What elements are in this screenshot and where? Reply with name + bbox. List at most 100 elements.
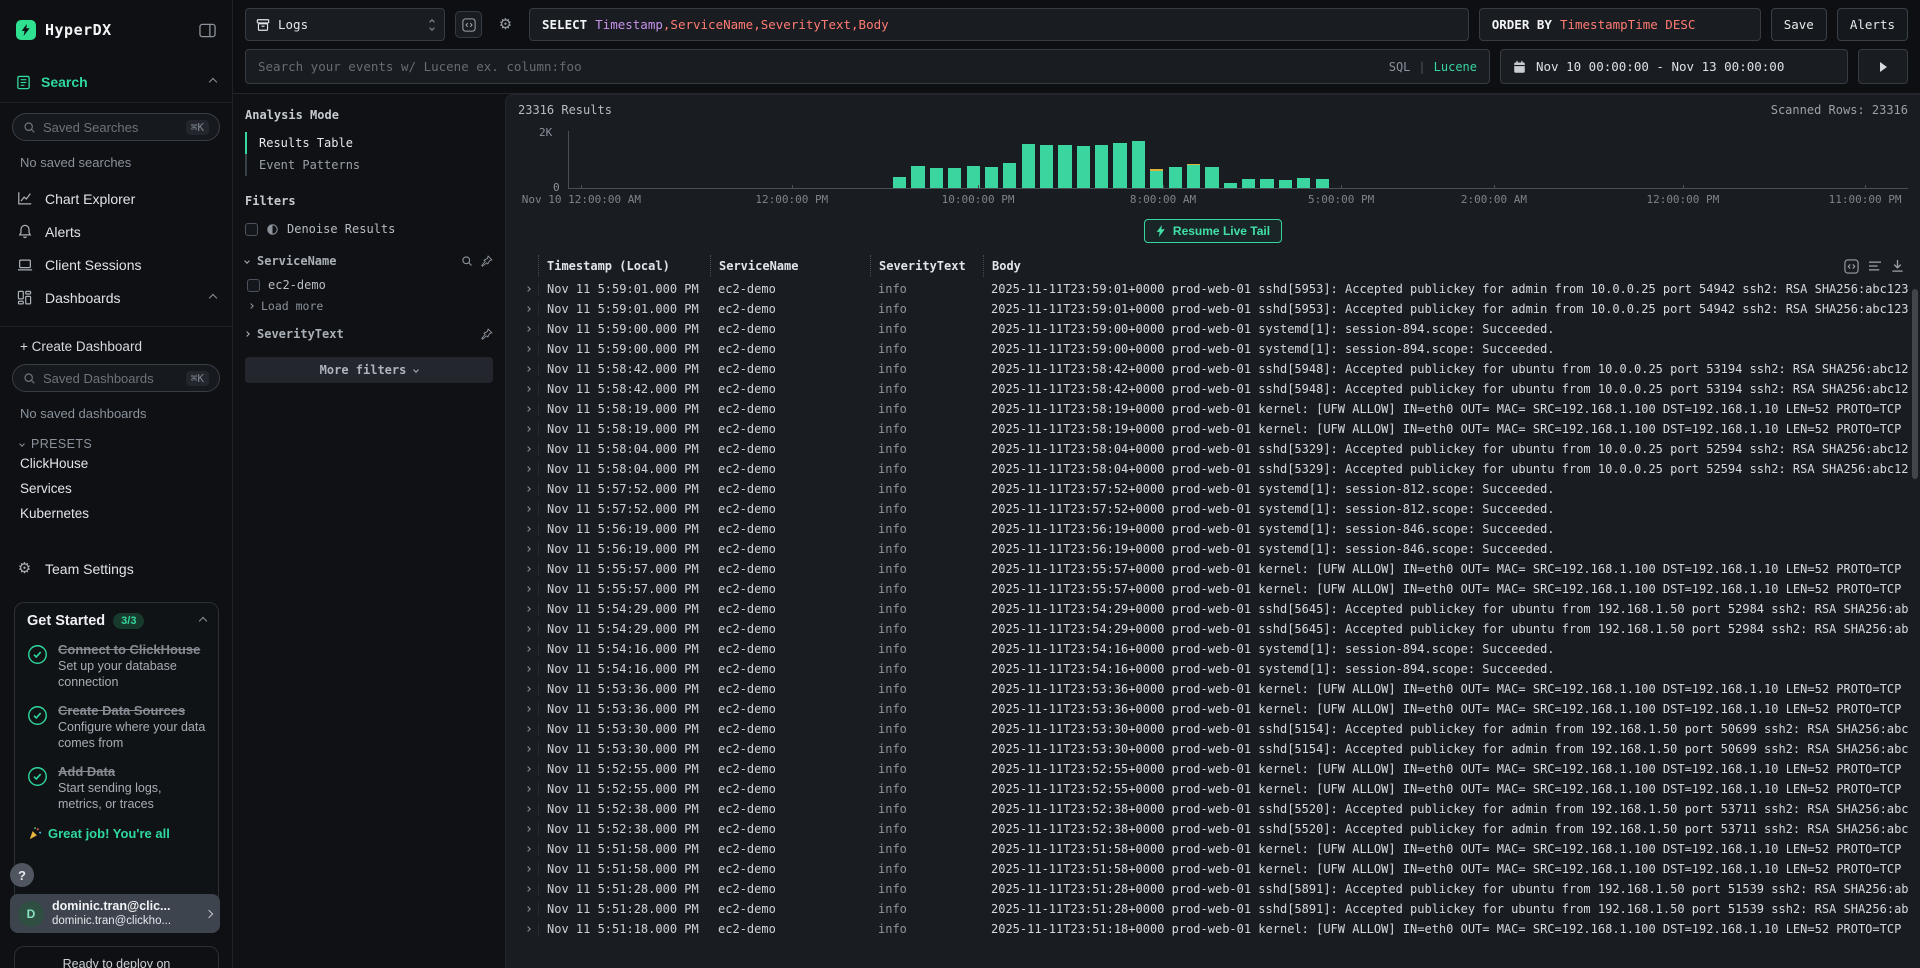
get-started-item-connect[interactable]: Connect to ClickHouse Set up your databa… bbox=[27, 642, 206, 690]
log-row[interactable]: Nov 11 5:58:04.000 PMec2-demoinfo2025-11… bbox=[518, 439, 1908, 459]
expand-row-icon[interactable] bbox=[518, 407, 538, 411]
log-row[interactable]: Nov 11 5:53:30.000 PMec2-demoinfo2025-11… bbox=[518, 739, 1908, 759]
expand-row-icon[interactable] bbox=[518, 647, 538, 651]
log-row[interactable]: Nov 11 5:51:58.000 PMec2-demoinfo2025-11… bbox=[518, 839, 1908, 859]
expand-row-icon[interactable] bbox=[518, 467, 538, 471]
sidebar-item-dashboards[interactable]: Dashboards bbox=[0, 281, 232, 314]
create-dashboard-button[interactable]: + Create Dashboard bbox=[20, 339, 216, 354]
log-row[interactable]: Nov 11 5:58:19.000 PMec2-demoinfo2025-11… bbox=[518, 399, 1908, 419]
histogram-bar[interactable] bbox=[1077, 146, 1090, 188]
log-row[interactable]: Nov 11 5:54:16.000 PMec2-demoinfo2025-11… bbox=[518, 659, 1908, 679]
histogram-bar[interactable] bbox=[1260, 179, 1273, 188]
log-row[interactable]: Nov 11 5:54:16.000 PMec2-demoinfo2025-11… bbox=[518, 639, 1908, 659]
source-settings-gear-icon[interactable]: ⚙ bbox=[492, 11, 519, 38]
log-row[interactable]: Nov 11 5:58:42.000 PMec2-demoinfo2025-11… bbox=[518, 379, 1908, 399]
log-row[interactable]: Nov 11 5:55:57.000 PMec2-demoinfo2025-11… bbox=[518, 579, 1908, 599]
checkbox[interactable] bbox=[245, 223, 258, 236]
log-row[interactable]: Nov 11 5:51:58.000 PMec2-demoinfo2025-11… bbox=[518, 859, 1908, 879]
column-header-body[interactable]: Body bbox=[983, 255, 1834, 277]
expand-row-icon[interactable] bbox=[518, 807, 538, 811]
sidebar-item-alerts[interactable]: Alerts bbox=[0, 215, 232, 248]
log-row[interactable]: Nov 11 5:51:28.000 PMec2-demoinfo2025-11… bbox=[518, 879, 1908, 899]
checkbox[interactable] bbox=[247, 279, 260, 292]
table-sql-icon[interactable] bbox=[1844, 259, 1859, 274]
histogram-bar[interactable] bbox=[1022, 144, 1035, 188]
expand-row-icon[interactable] bbox=[518, 367, 538, 371]
histogram-bar[interactable] bbox=[1279, 180, 1292, 188]
filter-group-servicename[interactable]: ServiceName bbox=[245, 254, 493, 268]
expand-row-icon[interactable] bbox=[518, 307, 538, 311]
expand-row-icon[interactable] bbox=[518, 507, 538, 511]
expand-row-icon[interactable] bbox=[518, 607, 538, 611]
log-row[interactable]: Nov 11 5:57:52.000 PMec2-demoinfo2025-11… bbox=[518, 499, 1908, 519]
scrollbar[interactable] bbox=[1912, 289, 1918, 479]
log-row[interactable]: Nov 11 5:54:29.000 PMec2-demoinfo2025-11… bbox=[518, 619, 1908, 639]
sidebar-collapse-icon[interactable] bbox=[199, 23, 216, 38]
preset-services[interactable]: Services bbox=[16, 476, 216, 501]
log-row[interactable]: Nov 11 5:52:55.000 PMec2-demoinfo2025-11… bbox=[518, 759, 1908, 779]
nav-search[interactable]: Search bbox=[16, 74, 216, 90]
deploy-note-card[interactable]: Ready to deploy on bbox=[14, 946, 219, 968]
expand-row-icon[interactable] bbox=[518, 867, 538, 871]
histogram-bar[interactable] bbox=[1113, 143, 1126, 188]
sidebar-item-team-settings[interactable]: ⚙ Team Settings bbox=[0, 552, 232, 585]
preset-kubernetes[interactable]: Kubernetes bbox=[16, 501, 216, 526]
log-row[interactable]: Nov 11 5:59:01.000 PMec2-demoinfo2025-11… bbox=[518, 299, 1908, 319]
histogram-bar[interactable] bbox=[911, 166, 924, 188]
expand-row-icon[interactable] bbox=[518, 927, 538, 931]
expand-row-icon[interactable] bbox=[518, 627, 538, 631]
more-filters-button[interactable]: More filters bbox=[245, 357, 493, 383]
expand-row-icon[interactable] bbox=[518, 447, 538, 451]
filter-group-severitytext[interactable]: SeverityText bbox=[245, 327, 493, 341]
filter-value-ec2-demo[interactable]: ec2-demo bbox=[247, 274, 493, 296]
log-row[interactable]: Nov 11 5:55:57.000 PMec2-demoinfo2025-11… bbox=[518, 559, 1908, 579]
expand-row-icon[interactable] bbox=[518, 887, 538, 891]
saved-searches-input[interactable]: ⌘K bbox=[12, 113, 220, 141]
log-row[interactable]: Nov 11 5:59:01.000 PMec2-demoinfo2025-11… bbox=[518, 279, 1908, 299]
search-input[interactable] bbox=[258, 59, 1379, 74]
expand-row-icon[interactable] bbox=[518, 527, 538, 531]
sql-mode-button[interactable]: SQL bbox=[1389, 60, 1411, 74]
get-started-item-sources[interactable]: Create Data Sources Configure where your… bbox=[27, 703, 206, 751]
preset-clickhouse[interactable]: ClickHouse bbox=[16, 451, 216, 476]
histogram-bar[interactable] bbox=[1297, 178, 1310, 188]
histogram-bar[interactable] bbox=[1095, 145, 1108, 189]
log-row[interactable]: Nov 11 5:56:19.000 PMec2-demoinfo2025-11… bbox=[518, 539, 1908, 559]
expand-row-icon[interactable] bbox=[518, 687, 538, 691]
log-row[interactable]: Nov 11 5:56:19.000 PMec2-demoinfo2025-11… bbox=[518, 519, 1908, 539]
histogram-bar[interactable] bbox=[1058, 145, 1071, 189]
resume-live-tail-button[interactable]: Resume Live Tail bbox=[1144, 219, 1282, 243]
log-row[interactable]: Nov 11 5:54:29.000 PMec2-demoinfo2025-11… bbox=[518, 599, 1908, 619]
histogram-bar[interactable] bbox=[1242, 179, 1255, 188]
histogram-bar[interactable] bbox=[948, 168, 961, 188]
histogram-bar[interactable] bbox=[1316, 179, 1329, 188]
run-query-button[interactable] bbox=[1858, 49, 1908, 84]
saved-searches-field[interactable] bbox=[43, 120, 179, 135]
expand-row-icon[interactable] bbox=[518, 427, 538, 431]
column-header-servicename[interactable]: ServiceName bbox=[710, 255, 870, 277]
log-row[interactable]: Nov 11 5:51:18.000 PMec2-demoinfo2025-11… bbox=[518, 919, 1908, 939]
mode-event-patterns[interactable]: Event Patterns bbox=[245, 154, 493, 176]
alerts-button[interactable]: Alerts bbox=[1837, 8, 1908, 41]
log-row[interactable]: Nov 11 5:58:19.000 PMec2-demoinfo2025-11… bbox=[518, 419, 1908, 439]
histogram-bar[interactable] bbox=[1169, 167, 1182, 188]
histogram-bar[interactable] bbox=[1205, 167, 1218, 188]
select-clause-input[interactable]: SELECT Timestamp ,ServiceName,SeverityTe… bbox=[529, 8, 1469, 41]
expand-row-icon[interactable] bbox=[518, 547, 538, 551]
pin-icon[interactable] bbox=[481, 328, 493, 340]
histogram-bar[interactable] bbox=[1150, 169, 1163, 188]
expand-row-icon[interactable] bbox=[518, 847, 538, 851]
log-row[interactable]: Nov 11 5:53:30.000 PMec2-demoinfo2025-11… bbox=[518, 719, 1908, 739]
expand-row-icon[interactable] bbox=[518, 767, 538, 771]
log-row[interactable]: Nov 11 5:51:28.000 PMec2-demoinfo2025-11… bbox=[518, 899, 1908, 919]
expand-row-icon[interactable] bbox=[518, 907, 538, 911]
expand-row-icon[interactable] bbox=[518, 347, 538, 351]
log-row[interactable]: Nov 11 5:58:42.000 PMec2-demoinfo2025-11… bbox=[518, 359, 1908, 379]
source-select[interactable]: Logs bbox=[245, 8, 445, 41]
log-row[interactable]: Nov 11 5:59:00.000 PMec2-demoinfo2025-11… bbox=[518, 319, 1908, 339]
event-search-bar[interactable]: SQL | Lucene bbox=[245, 49, 1490, 84]
log-row[interactable]: Nov 11 5:53:36.000 PMec2-demoinfo2025-11… bbox=[518, 679, 1908, 699]
expand-row-icon[interactable] bbox=[518, 287, 538, 291]
expand-row-icon[interactable] bbox=[518, 667, 538, 671]
mode-results-table[interactable]: Results Table bbox=[245, 132, 493, 154]
